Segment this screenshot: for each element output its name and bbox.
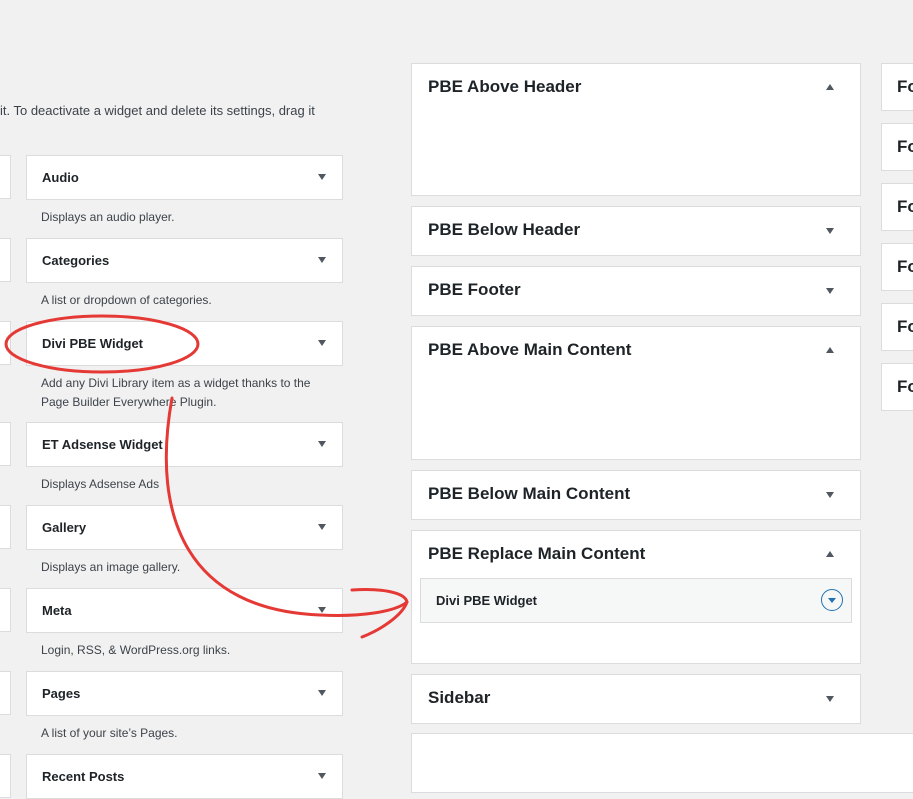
widget-description: Add any Divi Library item as a widget th… xyxy=(41,376,311,409)
widget-audio[interactable]: Audio xyxy=(26,155,343,200)
sidebar-title: PBE Below Header xyxy=(428,220,581,239)
sidebar-title: Fo xyxy=(897,317,913,336)
sidebar-partial-tile[interactable]: Fo xyxy=(881,363,913,411)
sidebar-pbe-footer[interactable]: PBE Footer xyxy=(411,266,861,316)
widget-categories[interactable]: Categories xyxy=(26,238,343,283)
sidebar-partial[interactable] xyxy=(411,733,913,793)
widget-title: Pages xyxy=(42,686,81,701)
chevron-down-icon[interactable] xyxy=(826,492,834,498)
chevron-down-icon[interactable] xyxy=(318,441,326,447)
chevron-up-icon[interactable] xyxy=(826,551,834,557)
widget-title: Categories xyxy=(42,253,110,268)
partial-widget-tile[interactable] xyxy=(0,505,11,549)
sidebar-title: PBE Footer xyxy=(428,280,521,299)
partial-widget-tile[interactable] xyxy=(0,422,11,466)
widget-title: Divi PBE Widget xyxy=(42,336,144,351)
expand-circle-icon[interactable] xyxy=(821,589,843,611)
widget-description: Displays Adsense Ads xyxy=(41,477,160,491)
widget-description: Login, RSS, & WordPress.org links. xyxy=(41,643,231,657)
sidebar-title: Fo xyxy=(897,257,913,276)
chevron-down-icon[interactable] xyxy=(318,773,326,779)
widget-title: ET Adsense Widget xyxy=(42,437,163,452)
chevron-down-icon[interactable] xyxy=(318,607,326,613)
arrow-head xyxy=(350,588,409,639)
sidebar-title: Fo xyxy=(897,197,913,216)
sidebar-title: Fo xyxy=(897,377,913,396)
chevron-down-icon[interactable] xyxy=(826,288,834,294)
widget-divi-pbe[interactable]: Divi PBE Widget xyxy=(26,321,343,366)
widget-title: Gallery xyxy=(42,520,87,535)
chevron-down-icon[interactable] xyxy=(826,696,834,702)
chevron-down-icon[interactable] xyxy=(318,524,326,530)
sidebar-partial-tile[interactable]: Fo xyxy=(881,303,913,351)
partial-widget-tile[interactable] xyxy=(0,238,11,282)
partial-widget-tile[interactable] xyxy=(0,588,11,632)
chevron-down-icon[interactable] xyxy=(318,690,326,696)
sidebar-partial-tile[interactable]: Fo xyxy=(881,63,913,111)
partial-widget-tile[interactable] xyxy=(0,671,11,715)
widget-pages[interactable]: Pages xyxy=(26,671,343,716)
sidebar-partial-tile[interactable]: Fo xyxy=(881,123,913,171)
partial-widget-tile[interactable] xyxy=(0,754,11,798)
sidebar-title: PBE Above Main Content xyxy=(428,340,632,359)
widget-description: A list or dropdown of categories. xyxy=(41,293,212,307)
sidebar-sidebar[interactable]: Sidebar xyxy=(411,674,861,724)
sidebar-pbe-below-header[interactable]: PBE Below Header xyxy=(411,206,861,256)
sidebar-pbe-above-main-content[interactable]: PBE Above Main Content xyxy=(411,326,861,460)
widget-description: Displays an audio player. xyxy=(41,210,175,224)
sidebar-title: PBE Below Main Content xyxy=(428,484,631,503)
placed-widget-divi-pbe[interactable]: Divi PBE Widget xyxy=(420,578,852,623)
sidebar-title: Fo xyxy=(897,137,913,156)
widget-title: Audio xyxy=(42,170,79,185)
chevron-down-icon[interactable] xyxy=(826,228,834,234)
widget-gallery[interactable]: Gallery xyxy=(26,505,343,550)
sidebar-title: Sidebar xyxy=(428,688,491,707)
chevron-up-icon[interactable] xyxy=(826,84,834,90)
sidebar-pbe-replace-main-content[interactable]: PBE Replace Main Content Divi PBE Widget xyxy=(411,530,861,664)
sidebar-title: PBE Replace Main Content xyxy=(428,544,646,563)
instructions-text: it. To deactivate a widget and delete it… xyxy=(0,103,315,118)
chevron-up-icon[interactable] xyxy=(826,347,834,353)
widget-title: Divi PBE Widget xyxy=(436,593,538,608)
sidebar-title: Fo xyxy=(897,77,913,96)
sidebar-pbe-below-main-content[interactable]: PBE Below Main Content xyxy=(411,470,861,520)
chevron-down-icon[interactable] xyxy=(318,340,326,346)
chevron-down-icon[interactable] xyxy=(318,257,326,263)
sidebar-pbe-above-header[interactable]: PBE Above Header xyxy=(411,63,861,196)
widget-description: Displays an image gallery. xyxy=(41,560,181,574)
partial-widget-tile[interactable] xyxy=(0,321,11,365)
widget-title: Meta xyxy=(42,603,72,618)
sidebar-title: PBE Above Header xyxy=(428,77,582,96)
chevron-down-icon[interactable] xyxy=(318,174,326,180)
widget-meta[interactable]: Meta xyxy=(26,588,343,633)
widget-et-adsense[interactable]: ET Adsense Widget xyxy=(26,422,343,467)
sidebar-partial-tile[interactable]: Fo xyxy=(881,183,913,231)
widget-description: A list of your site’s Pages. xyxy=(41,726,178,740)
sidebar-partial-tile[interactable]: Fo xyxy=(881,243,913,291)
partial-widget-tile[interactable] xyxy=(0,155,11,199)
